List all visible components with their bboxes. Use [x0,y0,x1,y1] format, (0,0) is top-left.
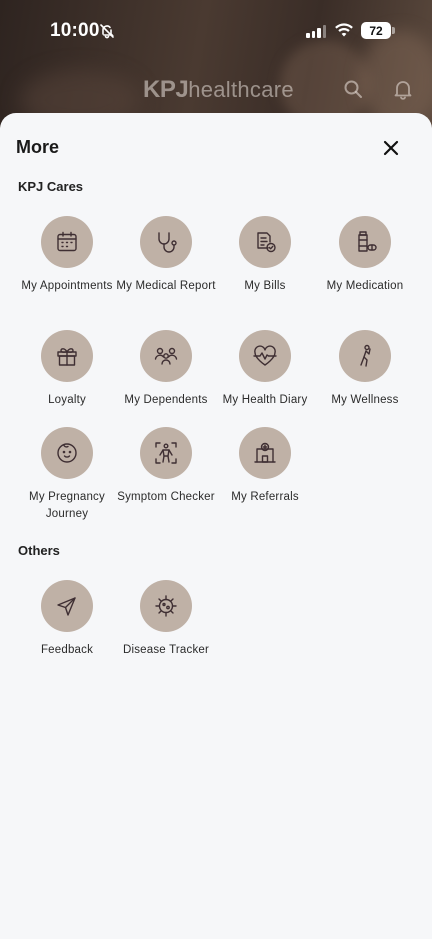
menu-item-my-health-diary[interactable]: My Health Diary [215,330,315,409]
menu-item-label: My Medical Report [116,280,216,292]
bill-icon [257,232,276,253]
medication-icon [358,231,377,252]
menu-item-loyalty[interactable]: Loyalty [17,330,117,409]
menu-item-my-dependents[interactable]: My Dependents [116,330,216,409]
battery-level: 72 [369,23,383,38]
section-title-kpj-cares: KPJ Cares [18,179,84,194]
menu-item-label: Symptom Checker [117,491,215,503]
status-bar: 10:00 72 [0,0,432,62]
menu-item-label: My Appointments [21,280,113,292]
menu-item-my-appointments[interactable]: My Appointments [17,216,117,295]
menu-item-symptom-checker[interactable]: Symptom Checker [116,427,216,506]
menu-item-label: My Wellness [331,394,399,406]
bell-off-icon [100,24,114,39]
menu-item-my-bills[interactable]: My Bills [215,216,315,295]
status-time: 10:00 [50,20,100,41]
heartbeat-icon [253,345,277,366]
menu-item-label: My Medication [326,280,404,292]
family-icon [154,347,178,365]
menu-item-feedback[interactable]: Feedback [17,580,117,659]
menu-item-label: Disease Tracker [122,644,210,656]
stethoscope-icon [158,232,177,253]
search-icon[interactable] [342,78,364,100]
logo-suffix: healthcare [188,77,294,102]
menu-item-my-pregnancy-journey[interactable]: My Pregnancy Journey [17,427,117,523]
logo-prefix: KPJ [143,76,189,103]
virus-icon [155,595,177,617]
send-icon [57,597,76,616]
calendar-icon [57,231,77,252]
close-icon [383,140,399,156]
exercise-icon [360,344,371,367]
menu-item-disease-tracker[interactable]: Disease Tracker [116,580,216,659]
baby-icon [57,443,77,463]
menu-item-label: Loyalty [48,394,86,406]
menu-item-label: My Dependents [124,394,208,406]
hospital-icon [254,442,276,463]
menu-item-my-medication[interactable]: My Medication [315,216,415,295]
battery-indicator: 72 [361,22,391,39]
cellular-signal-icon [306,25,326,38]
gift-icon [57,348,77,366]
close-button[interactable] [378,135,404,161]
section-title-others: Others [18,543,60,558]
menu-item-my-referrals[interactable]: My Referrals [215,427,315,506]
menu-item-my-wellness[interactable]: My Wellness [315,330,415,409]
menu-item-label: My Health Diary [222,394,308,406]
more-bottom-sheet: More KPJ Cares My Appointments My Medica… [0,113,432,939]
battery-tip [392,27,395,34]
wifi-icon [335,23,353,37]
menu-item-label: My Bills [244,280,286,292]
notification-bell-icon[interactable] [392,78,414,100]
menu-item-label: My Pregnancy Journey [29,491,105,520]
app-header: KPJ healthcare [0,68,432,110]
kpj-logo: KPJ healthcare [143,76,294,104]
menu-item-label: My Referrals [231,491,299,503]
body-scan-icon [155,442,177,464]
sheet-title: More [16,137,60,157]
menu-item-label: Feedback [40,644,94,656]
menu-item-my-medical-report[interactable]: My Medical Report [116,216,216,295]
